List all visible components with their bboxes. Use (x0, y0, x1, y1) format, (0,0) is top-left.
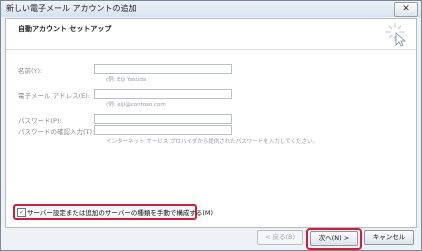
close-icon: ✕ (402, 4, 410, 14)
back-button[interactable]: < 戻る(B) (257, 230, 303, 245)
email-hint: (例: eiji@contoso.com (106, 102, 166, 108)
page-title: 自動アカウント セットアップ (18, 25, 112, 33)
email-input[interactable] (94, 89, 232, 99)
name-hint: (例: Eiji Yasuda (106, 77, 147, 83)
email-label: 電子メール アドレス(E): (18, 92, 90, 100)
check-icon: ✓ (18, 209, 25, 216)
title-bar: 新しい電子メール アカウントの追加 ✕ (1, 1, 421, 17)
password-confirm-input[interactable] (94, 125, 232, 135)
cancel-button[interactable]: キャンセル (364, 230, 414, 245)
name-label: 名前(Y): (18, 67, 43, 75)
wizard-cursor-icon (386, 23, 407, 47)
wizard-panel: 自動アカウント セットアップ 名前(Y): (例: Eiji Yasuda 電子… (5, 18, 417, 228)
next-button-highlight: 次へ(N) > (306, 228, 362, 250)
wizard-header: 自動アカウント セットアップ (6, 19, 416, 50)
window-title: 新しい電子メール アカウントの追加 (6, 4, 137, 13)
password-confirm-label: パスワードの確認入力(T): (18, 128, 95, 136)
manual-config-highlight: ✓ サーバー設定または追加のサーバーの種類を手動で構成する(M) (13, 204, 213, 220)
name-input[interactable] (94, 64, 232, 74)
dialog-window: 新しい電子メール アカウントの追加 ✕ 自動アカウント セットアップ 名前(Y)… (0, 0, 422, 251)
manual-config-label[interactable]: サーバー設定または追加のサーバーの種類を手動で構成する(M) (27, 207, 213, 217)
password-hint: インターネット サービス プロバイダから提供されたパスワードを入力してください。 (106, 139, 318, 145)
close-button[interactable]: ✕ (394, 2, 418, 17)
manual-config-checkbox[interactable]: ✓ (17, 208, 26, 217)
next-button[interactable]: 次へ(N) > (310, 231, 358, 246)
password-input[interactable] (94, 114, 232, 124)
password-label: パスワード(P): (18, 117, 62, 125)
